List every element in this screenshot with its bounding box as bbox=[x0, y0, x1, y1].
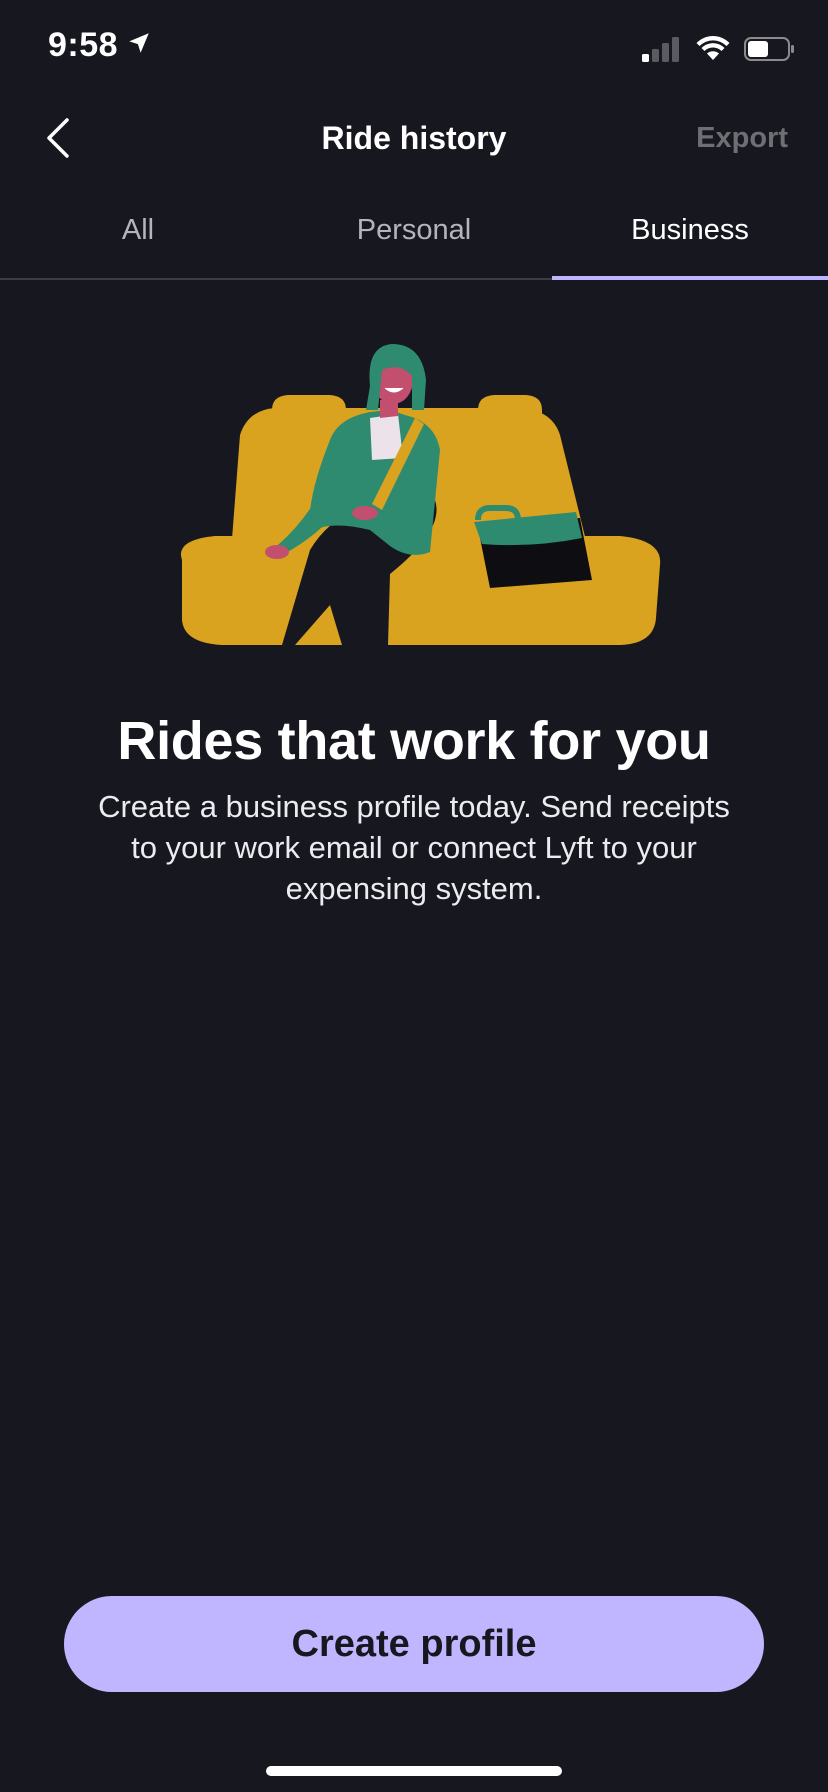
business-rider-illustration bbox=[160, 340, 670, 660]
tab-personal[interactable]: Personal bbox=[276, 196, 552, 278]
tab-all[interactable]: All bbox=[0, 196, 276, 278]
status-icons bbox=[642, 36, 796, 67]
left-hand bbox=[265, 545, 289, 559]
home-indicator bbox=[266, 1766, 562, 1776]
headrest-right bbox=[478, 395, 542, 420]
nav-bar: Ride history Export bbox=[0, 100, 828, 180]
right-hand bbox=[352, 506, 378, 520]
create-profile-button[interactable]: Create profile bbox=[64, 1596, 764, 1692]
tab-business[interactable]: Business bbox=[552, 196, 828, 280]
headrest-left bbox=[272, 395, 346, 420]
status-time: 9:58 bbox=[48, 26, 152, 65]
status-bar: 9:58 bbox=[0, 0, 828, 100]
headline: Rides that work for you bbox=[117, 711, 711, 771]
cellular-signal-icon bbox=[642, 36, 682, 67]
description: Create a business profile today. Send re… bbox=[98, 789, 730, 906]
export-button[interactable]: Export bbox=[696, 122, 788, 155]
location-arrow-icon bbox=[126, 26, 152, 65]
ride-filter-tabs: All Personal Business bbox=[0, 196, 828, 280]
wifi-icon bbox=[696, 36, 730, 67]
battery-icon bbox=[744, 36, 796, 67]
status-time-text: 9:58 bbox=[48, 26, 119, 64]
